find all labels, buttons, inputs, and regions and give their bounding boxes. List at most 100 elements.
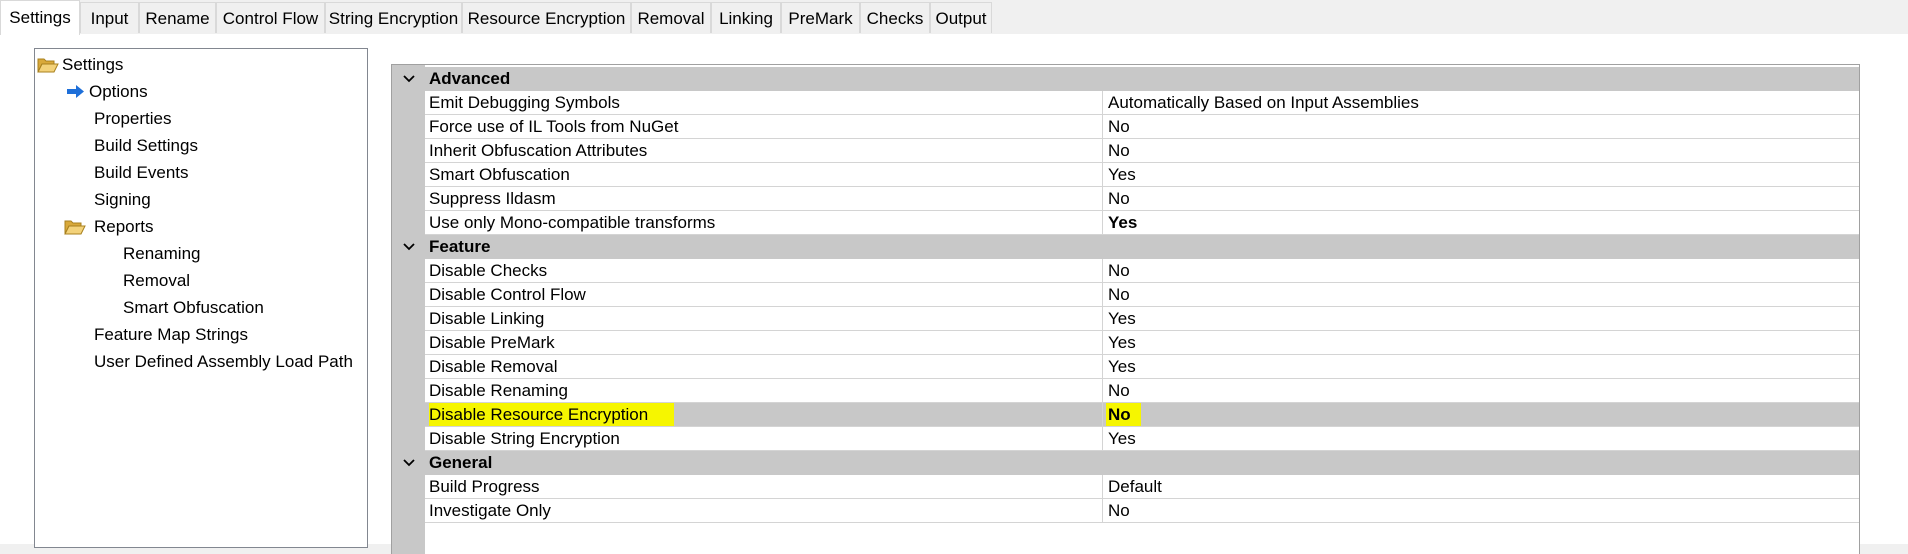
property-row[interactable]: Disable Control Flow No bbox=[425, 283, 1859, 307]
property-value[interactable]: No bbox=[1108, 115, 1130, 138]
tab-settings[interactable]: Settings bbox=[0, 0, 80, 35]
property-name: Disable Control Flow bbox=[429, 285, 586, 304]
settings-tree[interactable]: Settings Options Properties Build Settin… bbox=[34, 48, 368, 548]
property-value[interactable]: Yes bbox=[1108, 307, 1136, 330]
property-name: Disable String Encryption bbox=[429, 429, 620, 448]
tree-item-label: Renaming bbox=[123, 244, 201, 263]
tree-item-label: Build Events bbox=[94, 163, 189, 182]
tab-string-encryption[interactable]: String Encryption bbox=[325, 2, 462, 33]
tab-premark[interactable]: PreMark bbox=[781, 2, 860, 33]
tab-linking[interactable]: Linking bbox=[711, 2, 781, 33]
tab-removal[interactable]: Removal bbox=[631, 2, 711, 33]
column-divider bbox=[1102, 379, 1103, 403]
property-value[interactable]: Yes bbox=[1108, 331, 1136, 354]
property-value[interactable]: No bbox=[1108, 283, 1130, 306]
property-grid[interactable]: Advanced Emit Debugging Symbols Automati… bbox=[391, 64, 1860, 554]
property-row[interactable]: Disable String Encryption Yes bbox=[425, 427, 1859, 451]
tree-item-renaming[interactable]: Renaming bbox=[123, 241, 201, 266]
property-row[interactable]: Use only Mono-compatible transforms Yes bbox=[425, 211, 1859, 235]
tree-item-removal[interactable]: Removal bbox=[123, 268, 190, 293]
tab-control-flow[interactable]: Control Flow bbox=[216, 2, 325, 33]
column-divider bbox=[1102, 187, 1103, 211]
tab-input[interactable]: Input bbox=[80, 2, 139, 33]
tree-item-label: Removal bbox=[123, 271, 191, 290]
property-name: Disable Resource Encryption bbox=[429, 403, 675, 426]
tree-item-build-events[interactable]: Build Events bbox=[94, 160, 189, 185]
property-name: Disable Checks bbox=[429, 261, 548, 280]
property-row[interactable]: Build Progress Default bbox=[425, 475, 1859, 499]
grid-gutter bbox=[392, 65, 425, 554]
tree-item-smart-obfuscation[interactable]: Smart Obfuscation bbox=[123, 295, 264, 320]
column-divider bbox=[1102, 499, 1103, 523]
property-row[interactable]: Smart Obfuscation Yes bbox=[425, 163, 1859, 187]
property-value[interactable]: Yes bbox=[1108, 211, 1137, 234]
property-value[interactable]: Yes bbox=[1108, 355, 1136, 378]
property-row[interactable]: Emit Debugging Symbols Automatically Bas… bbox=[425, 91, 1859, 115]
property-name: Disable Removal bbox=[429, 357, 558, 376]
property-name: Use only Mono-compatible transforms bbox=[429, 213, 716, 232]
property-row[interactable]: Inherit Obfuscation Attributes No bbox=[425, 139, 1859, 163]
property-value[interactable]: No bbox=[1108, 139, 1130, 162]
property-row[interactable]: Investigate Only No bbox=[425, 499, 1859, 523]
property-value[interactable]: Automatically Based on Input Assemblies bbox=[1108, 91, 1419, 114]
property-row[interactable]: Force use of IL Tools from NuGet No bbox=[425, 115, 1859, 139]
property-row[interactable]: Suppress Ildasm No bbox=[425, 187, 1859, 211]
column-divider bbox=[1102, 115, 1103, 139]
property-row[interactable]: Disable Linking Yes bbox=[425, 307, 1859, 331]
column-divider bbox=[1102, 163, 1103, 187]
property-name: Force use of IL Tools from NuGet bbox=[429, 117, 679, 136]
property-row-selected[interactable]: Disable Resource Encryption No bbox=[425, 403, 1859, 427]
tree-item-label: Properties bbox=[94, 109, 172, 128]
tree-item-label: User Defined Assembly Load Path bbox=[94, 352, 353, 371]
tree-item-build-settings[interactable]: Build Settings bbox=[94, 133, 198, 158]
property-value[interactable]: No bbox=[1108, 499, 1130, 522]
tree-item-signing[interactable]: Signing bbox=[94, 187, 151, 212]
tree-item-properties[interactable]: Properties bbox=[94, 106, 171, 131]
tab-rename[interactable]: Rename bbox=[139, 2, 216, 33]
chevron-down-icon[interactable] bbox=[400, 67, 418, 91]
property-row[interactable]: Disable PreMark Yes bbox=[425, 331, 1859, 355]
property-value[interactable]: Yes bbox=[1108, 163, 1136, 186]
tree-item-label: Reports bbox=[94, 217, 154, 236]
column-divider bbox=[1102, 307, 1103, 331]
property-name: Suppress Ildasm bbox=[429, 189, 556, 208]
tree-item-label: Feature Map Strings bbox=[94, 325, 249, 344]
tree-item-feature-map-strings[interactable]: Feature Map Strings bbox=[94, 322, 248, 347]
property-value[interactable]: No bbox=[1106, 403, 1141, 426]
tree-item-label: Signing bbox=[94, 190, 151, 209]
tab-checks[interactable]: Checks bbox=[860, 2, 930, 33]
property-value[interactable]: No bbox=[1108, 259, 1130, 282]
category-label: General bbox=[429, 453, 493, 472]
tab-resource-encryption[interactable]: Resource Encryption bbox=[462, 2, 631, 33]
column-divider bbox=[1102, 331, 1103, 355]
property-value[interactable]: No bbox=[1108, 379, 1130, 402]
category-feature[interactable]: Feature bbox=[392, 235, 1859, 259]
column-divider bbox=[1102, 427, 1103, 451]
tree-item-user-defined-load-path[interactable]: User Defined Assembly Load Path bbox=[94, 349, 353, 374]
tab-output[interactable]: Output bbox=[930, 2, 992, 33]
category-general[interactable]: General bbox=[392, 451, 1859, 475]
tab-strip: Settings Input Rename Control Flow Strin… bbox=[0, 0, 1908, 35]
property-name: Emit Debugging Symbols bbox=[429, 93, 620, 112]
property-name: Disable Linking bbox=[429, 309, 545, 328]
tree-item-label: Options bbox=[89, 82, 148, 101]
column-divider bbox=[1102, 139, 1103, 163]
column-divider bbox=[1102, 211, 1103, 235]
property-name: Smart Obfuscation bbox=[429, 165, 570, 184]
property-name: Inherit Obfuscation Attributes bbox=[429, 141, 648, 160]
category-advanced[interactable]: Advanced bbox=[392, 67, 1859, 91]
property-value[interactable]: Default bbox=[1108, 475, 1162, 498]
chevron-down-icon[interactable] bbox=[400, 235, 418, 259]
property-row[interactable]: Disable Checks No bbox=[425, 259, 1859, 283]
column-divider bbox=[1102, 403, 1103, 427]
column-divider bbox=[1102, 475, 1103, 499]
property-value[interactable]: No bbox=[1108, 187, 1130, 210]
column-divider bbox=[1102, 91, 1103, 115]
property-row[interactable]: Disable Renaming No bbox=[425, 379, 1859, 403]
folder-open-icon bbox=[64, 220, 86, 235]
category-label: Feature bbox=[429, 237, 491, 256]
property-name: Disable PreMark bbox=[429, 333, 555, 352]
chevron-down-icon[interactable] bbox=[400, 451, 418, 475]
property-value[interactable]: Yes bbox=[1108, 427, 1136, 450]
property-row[interactable]: Disable Removal Yes bbox=[425, 355, 1859, 379]
